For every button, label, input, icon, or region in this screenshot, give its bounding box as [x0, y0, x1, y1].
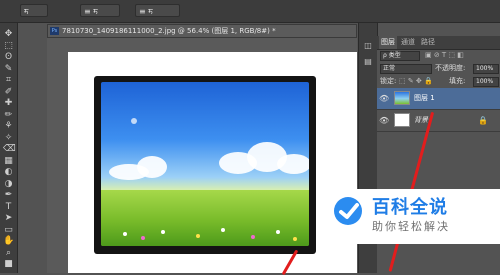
tool-preset-button[interactable]: ॸ	[20, 4, 48, 17]
type-icon[interactable]: T	[3, 202, 14, 212]
history-panel-icon[interactable]: ◫	[363, 41, 373, 51]
panel-tabs: 图层 通道 路径	[377, 36, 500, 50]
eye-icon[interactable]: 👁	[379, 116, 389, 126]
document-tab[interactable]: Ps 7810730_1409186111000_2.jpg @ 56.4% (…	[47, 24, 357, 38]
watermark-logo-icon	[334, 197, 362, 225]
watermark-title: 百科全说	[372, 197, 448, 218]
eraser-icon[interactable]: ⌫	[3, 144, 16, 154]
sun-glare-shape	[131, 118, 137, 124]
properties-panel-icon[interactable]: ▤	[363, 57, 373, 67]
photoshop-badge-icon: Ps	[50, 27, 59, 35]
document-canvas[interactable]	[68, 52, 357, 273]
filter-icons[interactable]: ▣ ⊘ T ⬚ ◧	[425, 50, 464, 61]
crop-icon[interactable]: ⌗	[3, 75, 14, 85]
layer-name[interactable]: 背景	[414, 115, 428, 126]
photo-frame	[94, 76, 316, 254]
marquee-icon[interactable]: ⬚	[3, 41, 14, 51]
flower-shape	[293, 237, 297, 241]
dodge-icon[interactable]: ◑	[3, 179, 14, 189]
history-brush-icon[interactable]: ✧	[3, 133, 14, 143]
align-button[interactable]: ≡ ॸ	[80, 4, 120, 17]
blend-mode-select[interactable]: 正常	[380, 64, 432, 74]
tab-paths[interactable]: 路径	[419, 36, 437, 49]
lock-icon: 🔒	[478, 116, 488, 125]
watermark-banner: 百科全说 助你轻松解决	[321, 189, 500, 244]
canvas-area[interactable]	[47, 38, 357, 273]
flower-shape	[221, 228, 225, 232]
layer-thumbnail	[394, 113, 410, 127]
cloud-shape	[137, 156, 167, 178]
flower-shape	[276, 230, 280, 234]
grass-field	[101, 190, 309, 246]
path-select-icon[interactable]: ➤	[3, 213, 14, 223]
lock-label: 锁定:	[380, 77, 397, 85]
fill-label: 填充:	[449, 77, 466, 85]
fill-field[interactable]: 100%	[473, 77, 499, 87]
toolbox: ✥ ⬚ ʘ ✎ ⌗ ✐ ✚ ✏ ⚘ ✧ ⌫ ▦ ◐ ◑ ✒ T ➤ ▭ ✋ ⌕ ■	[0, 23, 18, 273]
gradient-icon[interactable]: ▦	[3, 156, 14, 166]
brush-icon[interactable]: ✏	[3, 110, 14, 120]
flower-shape	[196, 234, 200, 238]
flower-shape	[161, 230, 165, 234]
lock-icons[interactable]: ⬚ ✎ ✥ 🔒	[399, 76, 433, 87]
tab-channels[interactable]: 通道	[399, 36, 417, 49]
distribute-button[interactable]: ≡ ॸ	[135, 4, 180, 17]
layer-name[interactable]: 图层 1	[414, 93, 435, 104]
healing-icon[interactable]: ✚	[3, 98, 14, 108]
hand-icon[interactable]: ✋	[3, 236, 14, 246]
layer-row-selected[interactable]: 👁 图层 1	[377, 88, 500, 110]
landscape-photo	[101, 82, 309, 246]
zoom-icon[interactable]: ⌕	[3, 248, 14, 258]
shape-icon[interactable]: ▭	[3, 225, 14, 235]
document-title: 7810730_1409186111000_2.jpg @ 56.4% (图层 …	[62, 27, 276, 35]
opacity-field[interactable]: 100%	[473, 64, 499, 74]
eye-icon[interactable]: 👁	[379, 94, 389, 104]
options-bar: ॸ ≡ ॸ ≡ ॸ	[0, 0, 500, 23]
color-swatch-icon[interactable]: ■	[3, 259, 14, 269]
stamp-icon[interactable]: ⚘	[3, 121, 14, 131]
watermark-subtitle: 助你轻松解决	[372, 220, 450, 233]
lasso-icon[interactable]: ʘ	[3, 52, 14, 62]
cloud-shape	[277, 154, 309, 174]
pen-icon[interactable]: ✒	[3, 190, 14, 200]
opacity-label: 不透明度:	[435, 64, 466, 72]
blur-icon[interactable]: ◐	[3, 167, 14, 177]
flower-shape	[123, 232, 127, 236]
quick-select-icon[interactable]: ✎	[3, 64, 14, 74]
layer-filter-select[interactable]: ρ 类型	[380, 51, 420, 61]
move-icon[interactable]: ✥	[3, 29, 14, 39]
eyedropper-icon[interactable]: ✐	[3, 87, 14, 97]
layer-thumbnail	[394, 91, 410, 105]
flower-shape	[251, 235, 255, 239]
tab-layers[interactable]: 图层	[379, 36, 397, 49]
flower-shape	[141, 236, 145, 240]
layer-row[interactable]: 👁 背景 🔒	[377, 110, 500, 132]
